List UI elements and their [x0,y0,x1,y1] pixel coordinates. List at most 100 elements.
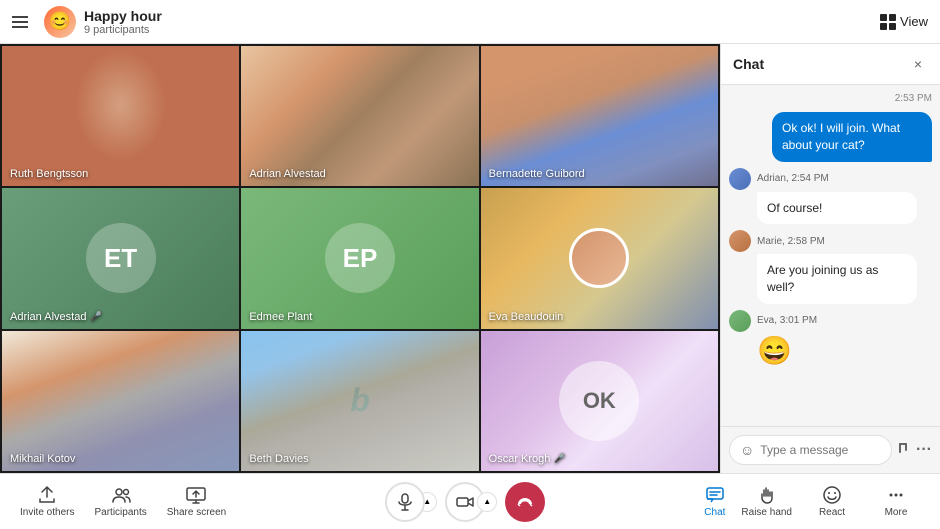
msg-sender-eva: Eva, 3:01 PM [757,315,817,326]
end-call-button[interactable] [505,482,545,522]
attach-button[interactable] [896,441,912,460]
chat-input-area: ☺ ··· [721,426,940,473]
chat-input[interactable] [760,443,881,457]
msg-bubble-in-adrian: Of course! [757,192,917,225]
participant-name-oscar: Oscar Krogh 🎤 [489,453,566,465]
meeting-info: Happy hour 9 participants [84,8,162,36]
participant-name-group: Adrian Alvestad [249,168,325,180]
raise-hand-button[interactable]: Raise hand [741,485,792,518]
msg-sender-adrian: Adrian, 2:54 PM [757,173,829,184]
participant-name-mikhail: Mikhail Kotov [10,453,75,465]
chat-label: Chat [704,507,725,518]
eva-avatar [569,228,629,288]
participant-count: 9 participants [84,24,162,36]
toolbar-center: ▲ ▲ [385,482,545,522]
msg-sender-row-marie: Marie, 2:58 PM [729,230,932,252]
video-control-icon [456,493,474,511]
toolbar-right: Chat Raise hand React More [704,485,920,518]
msg-group-adrian: Adrian, 2:54 PM Of course! [729,168,932,225]
participant-name-eva: Eva Beaudouin [489,311,564,323]
react-icon [822,485,842,505]
msg-emoji-eva: 😄 [757,334,932,367]
avatar-adrian [729,168,751,190]
view-grid-icon [880,14,896,30]
chat-messages: 2:53 PM Ok ok! I will join. What about y… [721,85,940,426]
participants-icon [111,485,131,505]
invite-icon [37,485,57,505]
chat-button[interactable]: Chat [704,485,725,518]
msg-bubble-out-1: Ok ok! I will join. What about your cat? [772,112,932,162]
more-label: More [885,507,908,518]
main-content: Ruth Bengtsson Adrian Alvestad Bernadett… [0,44,940,473]
oscar-mic-icon: 🎤 [554,453,565,464]
msg-bubble-in-marie: Are you joining us as well? [757,254,917,304]
more-icon [886,485,906,505]
chat-panel: Chat × 2:53 PM Ok ok! I will join. What … [720,44,940,473]
header: 😊 Happy hour 9 participants View [0,0,940,44]
video-cell-ep: EP Edmee Plant [241,188,478,328]
video-cell-bernadette: Bernadette Guibord [481,46,718,186]
react-button[interactable]: React [808,485,856,518]
initials-ep: EP [325,223,395,293]
msg-group-marie: Marie, 2:58 PM Are you joining us as wel… [729,230,932,304]
raise-hand-label: Raise hand [741,507,792,518]
header-left: 😊 Happy hour 9 participants [12,6,880,38]
chat-input-box[interactable]: ☺ [729,435,892,465]
chat-more-button[interactable]: ··· [916,441,932,459]
invite-others-button[interactable]: Invite others [20,485,74,518]
chat-header: Chat × [721,44,940,85]
ok-placeholder: OK [481,331,718,471]
chat-icon [705,485,725,505]
meeting-title: Happy hour [84,8,162,24]
bottom-toolbar: Invite others Participants Share screen [0,473,940,529]
msg-sender-row-eva: Eva, 3:01 PM [729,310,932,332]
video-cell-oscar: OK Oscar Krogh 🎤 [481,331,718,471]
participant-name-et: Adrian Alvestad 🎤 [10,311,102,323]
raise-hand-icon [757,485,777,505]
participant-name-ep: Edmee Plant [249,311,312,323]
msg-sender-row-adrian: Adrian, 2:54 PM [729,168,932,190]
react-label: React [819,507,845,518]
mic-control-icon [396,493,414,511]
initials-et: ET [86,223,156,293]
avatar-marie [729,230,751,252]
video-cell-ruth: Ruth Bengtsson [2,46,239,186]
msg-group-eva: Eva, 3:01 PM 😄 [729,310,932,367]
video-cell-mikhail: Mikhail Kotov [2,331,239,471]
video-group: ▲ [445,482,497,522]
emoji-button[interactable]: ☺ [740,442,754,458]
participant-name-ruth: Ruth Bengtsson [10,168,88,180]
ok-circle: OK [559,361,639,441]
share-screen-label: Share screen [167,507,226,518]
view-button[interactable]: View [880,14,928,30]
eva-avatar-placeholder [481,188,718,328]
msg-sender-marie: Marie, 2:58 PM [757,236,825,247]
msg-timestamp-out: 2:53 PM [729,93,932,104]
mic-muted-icon: 🎤 [90,311,101,322]
toolbar-left: Invite others Participants Share screen [20,485,226,518]
avatar-eva [729,310,751,332]
video-expand-button[interactable]: ▲ [477,492,497,512]
share-screen-button[interactable]: Share screen [167,485,226,518]
participants-label: Participants [94,507,146,518]
participants-button[interactable]: Participants [94,485,146,518]
chat-title: Chat [733,56,764,72]
invite-label: Invite others [20,507,74,518]
video-cell-et: ET Adrian Alvestad 🎤 [2,188,239,328]
chat-close-button[interactable]: × [908,54,928,74]
meeting-avatar: 😊 [44,6,76,38]
participant-name-bernadette: Bernadette Guibord [489,168,585,180]
video-cell-group: Adrian Alvestad [241,46,478,186]
initials-placeholder-et: ET [2,188,239,328]
video-cell-eva: Eva Beaudouin [481,188,718,328]
view-label: View [900,14,928,29]
hamburger-icon[interactable] [12,14,28,30]
share-screen-icon [186,485,206,505]
participant-name-beth: Beth Davies [249,453,308,465]
mic-group: ▲ [385,482,437,522]
more-button[interactable]: More [872,485,920,518]
mic-button[interactable] [385,482,425,522]
end-call-icon [515,492,535,512]
video-cell-beth: b Beth Davies [241,331,478,471]
video-grid: Ruth Bengtsson Adrian Alvestad Bernadett… [0,44,720,473]
